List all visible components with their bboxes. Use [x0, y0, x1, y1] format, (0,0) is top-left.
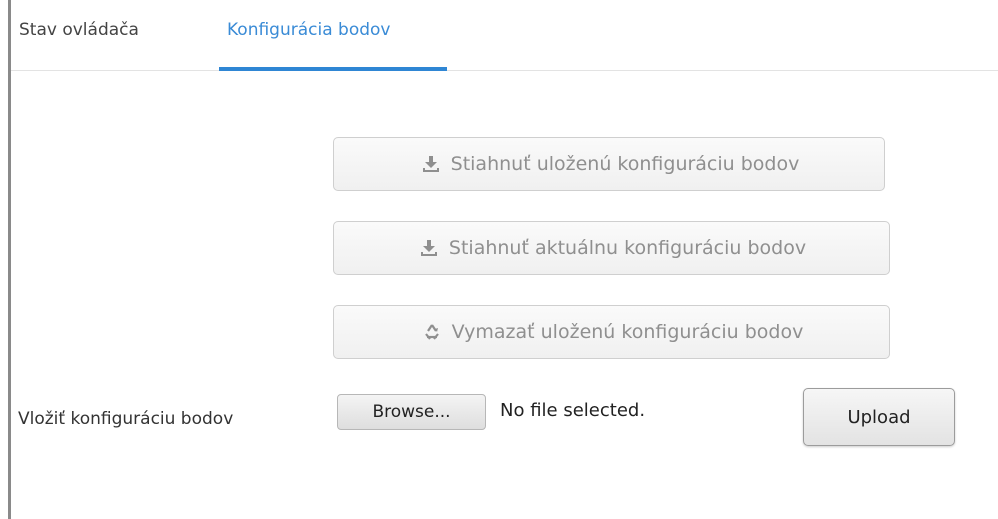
- download-icon: [417, 237, 441, 259]
- download-current-config-label: Stiahnuť aktuálnu konfiguráciu bodov: [448, 237, 807, 259]
- tab-controller-status[interactable]: Stav ovládača: [19, 20, 139, 40]
- upload-button[interactable]: Upload: [803, 388, 955, 446]
- tab-bar: Stav ovládača Konfigurácia bodov: [11, 0, 998, 71]
- delete-saved-config-button[interactable]: Vymazať uloženú konfiguráciu bodov: [333, 305, 890, 359]
- download-current-config-button[interactable]: Stiahnuť aktuálnu konfiguráciu bodov: [333, 221, 890, 275]
- upload-config-label: Vložiť konfiguráciu bodov: [18, 409, 234, 429]
- active-tab-indicator: [219, 67, 447, 71]
- browse-button[interactable]: Browse...: [337, 394, 486, 430]
- tab-points-configuration[interactable]: Konfigurácia bodov: [227, 20, 391, 40]
- file-status-text: No file selected.: [500, 400, 646, 421]
- download-saved-config-label: Stiahnuť uloženú konfiguráciu bodov: [450, 153, 800, 175]
- download-icon: [419, 153, 443, 175]
- left-border: [8, 0, 11, 519]
- download-saved-config-button[interactable]: Stiahnuť uloženú konfiguráciu bodov: [333, 137, 885, 191]
- delete-saved-config-label: Vymazať uloženú konfiguráciu bodov: [451, 321, 804, 343]
- recycle-icon: [420, 321, 444, 343]
